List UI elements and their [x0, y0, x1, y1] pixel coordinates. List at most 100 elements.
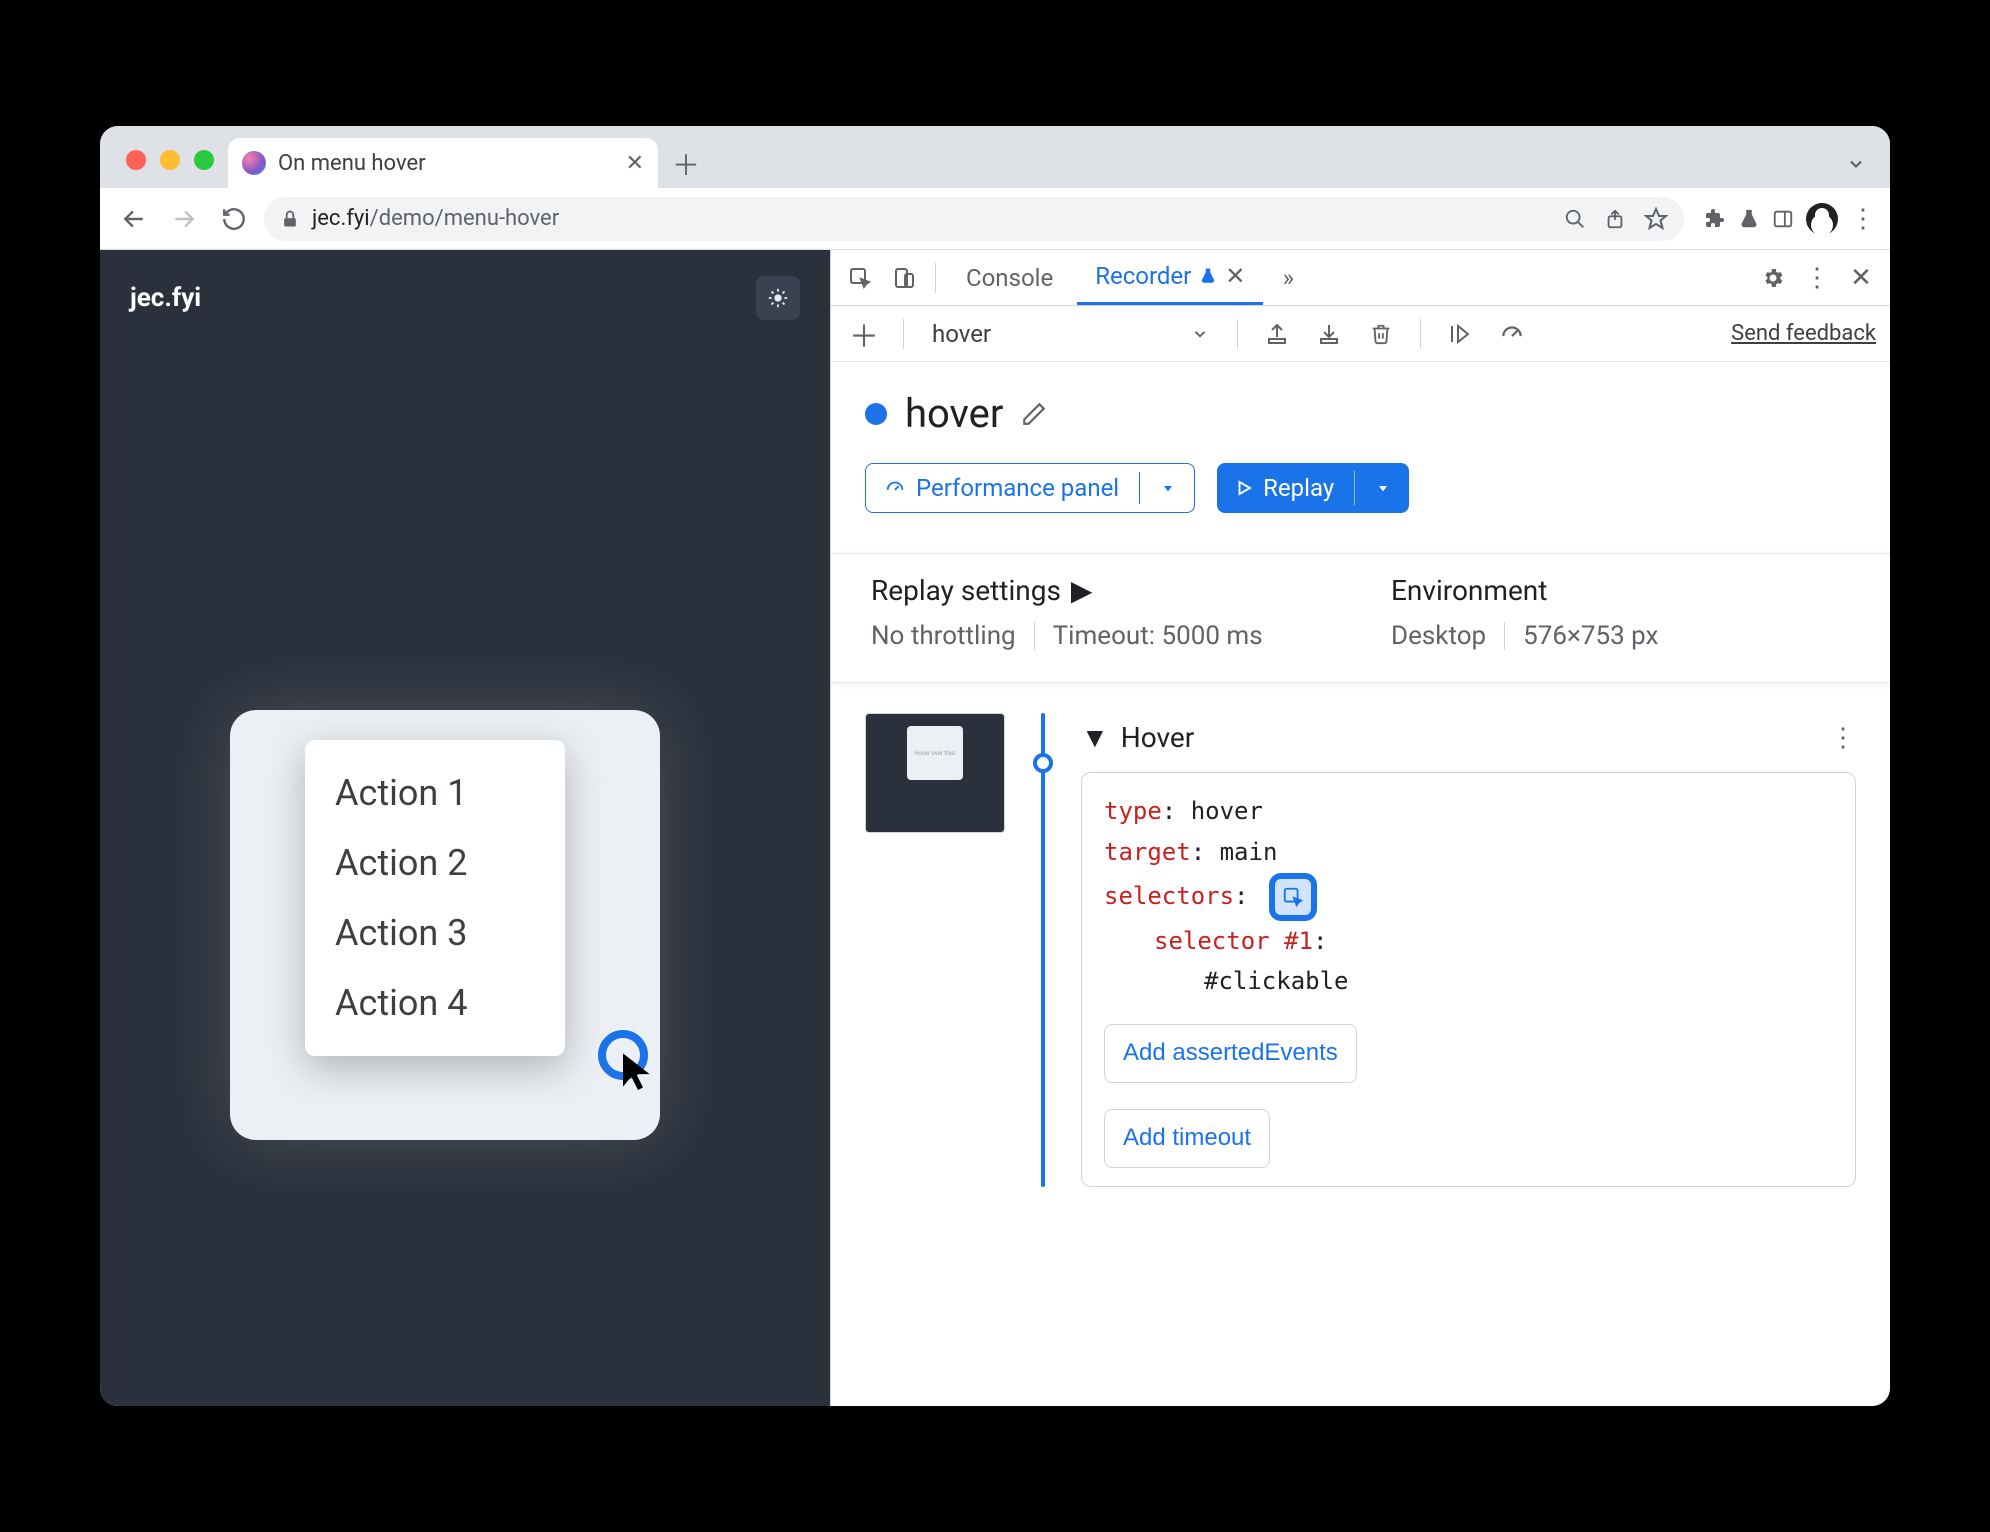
tab-recorder[interactable]: Recorder ✕ — [1077, 250, 1263, 305]
send-feedback-link[interactable]: Send feedback — [1731, 321, 1876, 346]
favicon-icon — [242, 151, 266, 175]
page-brand: jec.fyi — [130, 283, 201, 313]
recording-select[interactable]: hover — [924, 320, 1217, 348]
share-icon[interactable] — [1604, 208, 1626, 230]
step-thumbnail[interactable]: Hover over this! — [865, 713, 1005, 833]
menu-icon[interactable]: ⋮ — [1850, 204, 1876, 234]
tabs-overflow-button[interactable] — [1846, 154, 1866, 174]
minimize-window-button[interactable] — [160, 150, 180, 170]
button-label: Performance panel — [916, 474, 1119, 502]
close-tab-icon[interactable]: ✕ — [1225, 262, 1245, 290]
collapse-icon[interactable]: ▼ — [1081, 721, 1109, 754]
new-tab-button[interactable]: ＋ — [666, 144, 706, 184]
step-detail-panel: type: hover target: main selectors: — [1081, 772, 1856, 1187]
tab-label: Recorder — [1095, 262, 1191, 290]
gauge-icon — [884, 477, 906, 499]
rendered-page: jec.fyi H e! Action 1 Action 2 Action 3 … — [100, 250, 830, 1406]
window-controls — [118, 150, 228, 188]
recording-name: hover — [932, 320, 991, 348]
forward-button[interactable] — [164, 199, 204, 239]
sidepanel-icon[interactable] — [1772, 208, 1794, 230]
step-more-icon[interactable]: ⋮ — [1830, 723, 1856, 753]
chevron-right-icon: ▶ — [1071, 574, 1093, 607]
tab-label: Console — [966, 264, 1053, 292]
devtools-tabbar: Console Recorder ✕ » ⋮ ✕ — [831, 250, 1890, 306]
delete-icon[interactable] — [1362, 315, 1400, 353]
import-icon[interactable] — [1310, 315, 1348, 353]
export-icon[interactable] — [1258, 315, 1296, 353]
settings-head-label: Replay settings — [871, 574, 1061, 607]
speed-icon[interactable] — [1493, 315, 1531, 353]
tab-strip: On menu hover ✕ ＋ — [100, 126, 1890, 188]
add-asserted-events-button[interactable]: Add assertedEvents — [1104, 1024, 1357, 1083]
throttling-value: No throttling — [871, 621, 1016, 651]
step-play-icon[interactable] — [1441, 315, 1479, 353]
toolbar: jec.fyi/demo/menu-hover ⋮ — [100, 188, 1890, 250]
code-val: #clickable — [1204, 967, 1349, 995]
labs-icon[interactable] — [1738, 208, 1760, 230]
maximize-window-button[interactable] — [194, 150, 214, 170]
browser-window: On menu hover ✕ ＋ jec.fyi/demo/menu-hove… — [100, 126, 1890, 1406]
close-tab-button[interactable]: ✕ — [626, 151, 644, 176]
menu-item[interactable]: Action 2 — [305, 828, 565, 898]
replay-button[interactable]: Replay — [1217, 463, 1409, 513]
devtools-panel: Console Recorder ✕ » ⋮ ✕ ＋ — [830, 250, 1890, 1406]
reload-button[interactable] — [214, 199, 254, 239]
timeline: Hover over this! ▼ Hover ⋮ type — [865, 703, 1856, 1187]
code-key: type — [1104, 797, 1162, 825]
code-key: selector #1 — [1154, 927, 1313, 955]
browser-tab[interactable]: On menu hover ✕ — [228, 138, 658, 188]
menu-item[interactable]: Action 4 — [305, 968, 565, 1038]
edit-title-icon[interactable] — [1021, 401, 1047, 427]
device-value: Desktop — [1391, 621, 1486, 651]
zoom-icon[interactable] — [1564, 208, 1586, 230]
profile-avatar[interactable] — [1806, 203, 1838, 235]
settings-icon[interactable] — [1754, 259, 1792, 297]
play-icon — [1235, 479, 1253, 497]
step: ▼ Hover ⋮ type: hover target: main — [1081, 713, 1856, 1187]
dropdown-menu: Action 1 Action 2 Action 3 Action 4 — [305, 740, 565, 1056]
timeline-node-icon — [1033, 753, 1053, 773]
replay-settings-header[interactable]: Replay settings ▶ — [871, 574, 1391, 607]
code-val: hover — [1191, 797, 1263, 825]
performance-panel-button[interactable]: Performance panel — [865, 463, 1195, 513]
flask-icon — [1199, 267, 1217, 285]
tab-title: On menu hover — [278, 151, 614, 176]
url-path: /demo/menu-hover — [370, 206, 560, 231]
thumb-card-icon: Hover over this! — [907, 726, 963, 780]
recorder-toolbar: ＋ hover — [831, 306, 1890, 362]
chevron-down-icon[interactable] — [1365, 480, 1391, 496]
back-button[interactable] — [114, 199, 154, 239]
viewport-value: 576×753 px — [1523, 621, 1658, 651]
device-toolbar-icon[interactable] — [885, 259, 923, 297]
timeline-rail — [1041, 713, 1045, 1187]
step-header[interactable]: ▼ Hover ⋮ — [1081, 713, 1856, 772]
bookmark-icon[interactable] — [1644, 207, 1668, 231]
lock-icon — [280, 209, 300, 229]
menu-item[interactable]: Action 3 — [305, 898, 565, 968]
step-title: Hover — [1121, 721, 1194, 754]
code-val: main — [1220, 838, 1278, 866]
address-bar[interactable]: jec.fyi/demo/menu-hover — [264, 197, 1684, 241]
selector-picker-button[interactable] — [1269, 873, 1317, 921]
extensions-icon[interactable] — [1702, 207, 1726, 231]
close-window-button[interactable] — [126, 150, 146, 170]
theme-toggle-button[interactable] — [756, 276, 800, 320]
code-key: target — [1104, 838, 1191, 866]
kebab-menu-icon[interactable]: ⋮ — [1798, 259, 1836, 297]
add-recording-button[interactable]: ＋ — [845, 315, 883, 353]
more-tabs-icon[interactable]: » — [1269, 259, 1307, 297]
close-devtools-icon[interactable]: ✕ — [1842, 259, 1880, 297]
environment-header: Environment — [1391, 574, 1658, 607]
button-label: Replay — [1263, 474, 1334, 502]
tab-console[interactable]: Console — [948, 250, 1071, 305]
replay-settings-strip: Replay settings ▶ No throttling Timeout:… — [831, 553, 1890, 683]
inspect-element-icon[interactable] — [841, 259, 879, 297]
recorder-body: hover Performance panel Replay — [831, 362, 1890, 1406]
code-key: selectors — [1104, 882, 1234, 910]
recording-title: hover — [905, 390, 1003, 437]
menu-item[interactable]: Action 1 — [305, 758, 565, 828]
chevron-down-icon[interactable] — [1150, 480, 1176, 496]
url-host: jec.fyi — [312, 206, 370, 231]
add-timeout-button[interactable]: Add timeout — [1104, 1109, 1270, 1168]
